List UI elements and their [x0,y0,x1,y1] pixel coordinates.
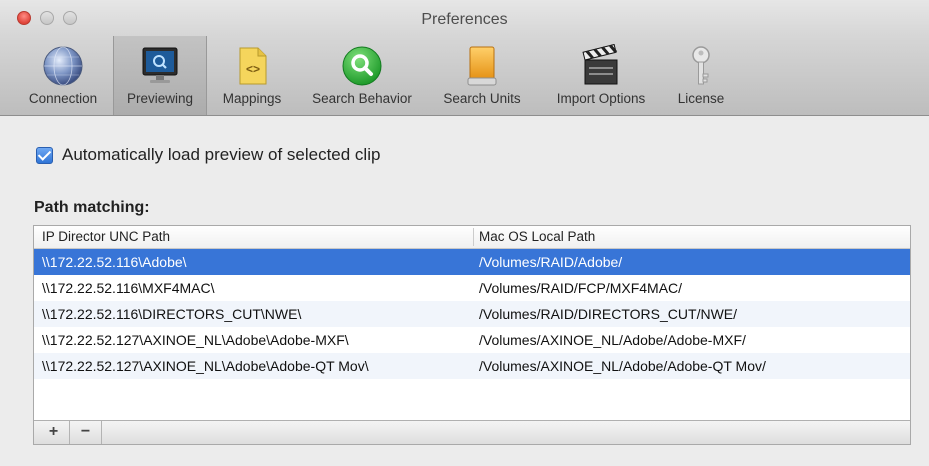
column-divider[interactable] [473,228,474,246]
monitor-icon [138,44,182,88]
key-icon [679,44,723,88]
column-header-unc-path[interactable]: IP Director UNC Path [42,229,170,244]
remove-path-button[interactable]: − [70,421,102,444]
table-row[interactable]: \\172.22.52.116\DIRECTORS_CUT\NWE\ /Volu… [34,301,910,327]
tab-license-label: License [677,91,725,106]
unc-path-cell: \\172.22.52.116\Adobe\ [42,254,187,270]
code-file-icon: <> [230,44,274,88]
tab-connection-label: Connection [28,91,98,106]
table-row[interactable]: \\172.22.52.116\Adobe\ /Volumes/RAID/Ado… [34,249,910,275]
tab-import-options[interactable]: Import Options [539,36,663,115]
unc-path-cell: \\172.22.52.127\AXINOE_NL\Adobe\Adobe-MX… [42,332,349,348]
local-path-cell: /Volumes/RAID/Adobe/ [479,254,623,270]
unc-path-cell: \\172.22.52.116\MXF4MAC\ [42,280,215,296]
column-header-local-path[interactable]: Mac OS Local Path [479,229,595,244]
drive-icon [460,44,504,88]
table-row[interactable]: \\172.22.52.127\AXINOE_NL\Adobe\Adobe-QT… [34,353,910,379]
tab-import-options-label: Import Options [556,91,646,106]
tab-mappings-label: Mappings [222,91,282,106]
tab-license[interactable]: License [667,36,735,115]
local-path-cell: /Volumes/AXINOE_NL/Adobe/Adobe-QT Mov/ [479,358,766,374]
local-path-cell: /Volumes/RAID/FCP/MXF4MAC/ [479,280,683,296]
path-matching-heading: Path matching: [34,199,150,216]
table-header: IP Director UNC Path Mac OS Local Path [34,226,910,249]
path-matching-table: IP Director UNC Path Mac OS Local Path \… [33,225,911,445]
tab-search-behavior-label: Search Behavior [312,91,412,106]
table-row[interactable]: \\172.22.52.127\AXINOE_NL\Adobe\Adobe-MX… [34,327,910,353]
magnifier-icon [340,44,384,88]
previewing-pane: Automatically load preview of selected c… [0,116,929,466]
globe-icon [41,44,85,88]
preferences-toolbar: Connection Previewing <> Mappings Search… [0,36,929,116]
tab-previewing[interactable]: Previewing [113,36,207,115]
title-bar[interactable]: Preferences [0,0,929,36]
auto-load-preview-checkbox[interactable] [36,147,53,164]
preferences-window: Preferences Connection Previewing <> Map… [0,0,929,466]
clapperboard-icon [579,43,623,88]
tab-search-units-label: Search Units [443,91,521,106]
window-title: Preferences [421,11,508,28]
add-path-button[interactable]: + [38,421,70,444]
unc-path-cell: \\172.22.52.127\AXINOE_NL\Adobe\Adobe-QT… [42,358,369,374]
unc-path-cell: \\172.22.52.116\DIRECTORS_CUT\NWE\ [42,306,302,322]
tab-mappings[interactable]: <> Mappings [209,36,295,115]
tab-previewing-label: Previewing [126,91,194,106]
svg-text:<>: <> [246,62,260,76]
table-row[interactable]: \\172.22.52.116\MXF4MAC\ /Volumes/RAID/F… [34,275,910,301]
tab-search-behavior[interactable]: Search Behavior [299,36,425,115]
table-footer: + − [34,420,910,444]
tab-search-units[interactable]: Search Units [429,36,535,115]
local-path-cell: /Volumes/RAID/DIRECTORS_CUT/NWE/ [479,306,738,322]
local-path-cell: /Volumes/AXINOE_NL/Adobe/Adobe-MXF/ [479,332,746,348]
tab-connection[interactable]: Connection [17,36,109,115]
auto-load-preview-label[interactable]: Automatically load preview of selected c… [62,145,380,165]
